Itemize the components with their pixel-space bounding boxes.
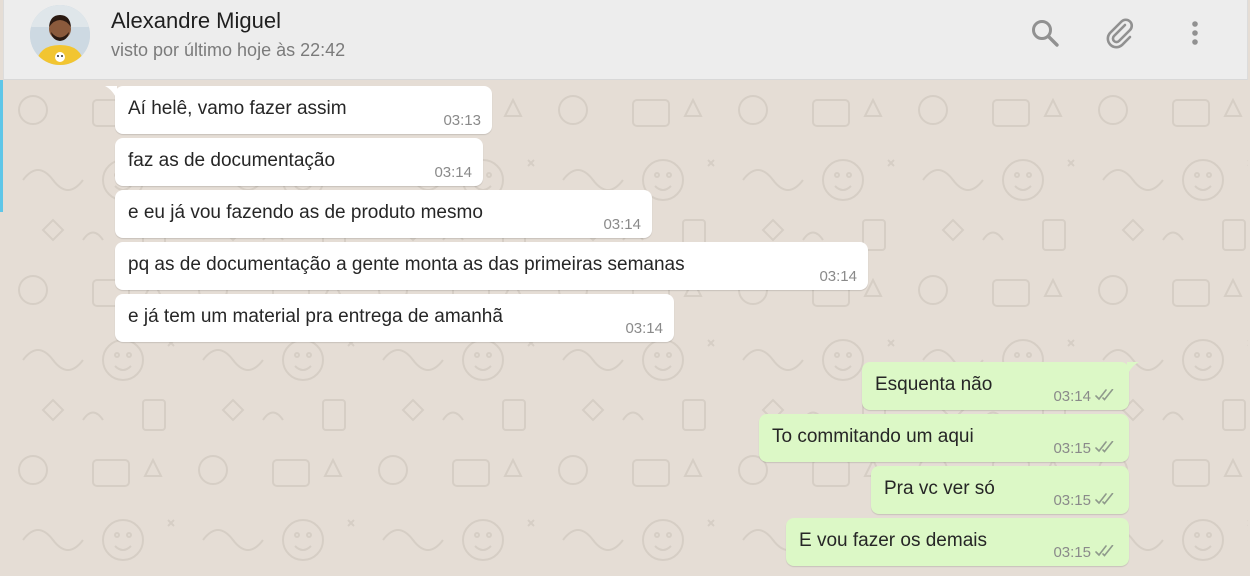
- message-incoming[interactable]: Aí helê, vamo fazer assim 03:13: [105, 86, 492, 134]
- message-text: To commitando um aqui: [772, 426, 974, 447]
- message-incoming[interactable]: pq as de documentação a gente monta as d…: [115, 242, 868, 290]
- message-text: pq as de documentação a gente monta as d…: [128, 254, 685, 275]
- message-time: 03:15: [1053, 492, 1091, 509]
- message-incoming[interactable]: faz as de documentação 03:14: [115, 138, 483, 186]
- message-incoming[interactable]: e eu já vou fazendo as de produto mesmo …: [115, 190, 652, 238]
- contact-name[interactable]: Alexandre Miguel: [111, 8, 281, 34]
- avatar[interactable]: [30, 5, 90, 65]
- message-time: 03:13: [443, 112, 481, 129]
- message-text: Esquenta não: [875, 374, 993, 395]
- message-text: faz as de documentação: [128, 150, 336, 171]
- bubble-tail: [1127, 362, 1139, 376]
- double-check-icon: [1095, 389, 1114, 401]
- message-text: e já tem um material pra entrega de aman…: [128, 306, 503, 327]
- message-text: e eu já vou fazendo as de produto mesmo: [128, 202, 483, 223]
- message-time: 03:14: [603, 216, 641, 233]
- last-seen-status: visto por último hoje às 22:42: [111, 40, 346, 60]
- chat-area[interactable]: Aí helê, vamo fazer assim 03:13 faz as d…: [3, 80, 1248, 576]
- message-outgoing[interactable]: Pra vc ver só 03:15: [871, 466, 1129, 514]
- message-text: Aí helê, vamo fazer assim: [128, 98, 347, 119]
- double-check-icon: [1095, 545, 1114, 557]
- message-text: E vou fazer os demais: [799, 530, 987, 551]
- search-icon[interactable]: [1028, 16, 1062, 50]
- message-incoming[interactable]: e já tem um material pra entrega de aman…: [115, 294, 674, 342]
- message-time: 03:14: [625, 320, 663, 337]
- chat-header: Alexandre Miguel visto por último hoje à…: [3, 0, 1248, 80]
- message-outgoing[interactable]: Esquenta não 03:14: [862, 362, 1139, 410]
- message-outgoing[interactable]: E vou fazer os demais 03:15: [786, 518, 1129, 566]
- double-check-icon: [1095, 441, 1114, 453]
- bubble-tail: [105, 86, 117, 100]
- message-time: 03:14: [819, 268, 857, 285]
- message-time: 03:15: [1053, 440, 1091, 457]
- double-check-icon: [1095, 493, 1114, 505]
- attach-icon[interactable]: [1103, 16, 1137, 50]
- message-time: 03:14: [1053, 388, 1091, 405]
- message-outgoing[interactable]: To commitando um aqui 03:15: [759, 414, 1129, 462]
- message-time: 03:14: [434, 164, 472, 181]
- menu-icon[interactable]: [1178, 16, 1212, 50]
- message-text: Pra vc ver só: [884, 478, 995, 499]
- message-time: 03:15: [1053, 544, 1091, 561]
